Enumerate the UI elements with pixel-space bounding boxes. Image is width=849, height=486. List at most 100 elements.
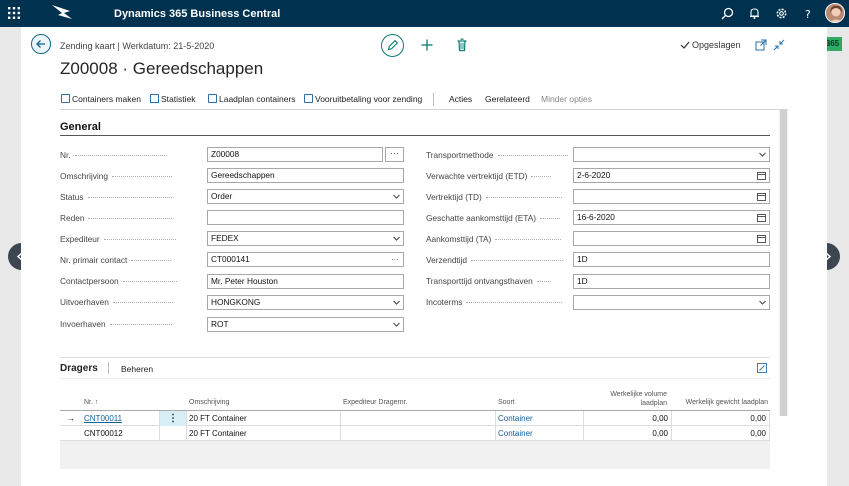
add-icon[interactable] (420, 38, 434, 52)
column-header-volume-line1: Werkelijke volume (610, 391, 667, 398)
acties-menu[interactable]: Acties (449, 94, 472, 104)
check-icon (680, 41, 690, 49)
waffle-icon[interactable] (8, 7, 20, 19)
delete-icon[interactable] (455, 38, 469, 52)
calendar-icon[interactable] (757, 213, 766, 222)
part-separator (108, 362, 109, 374)
td-date-field[interactable] (573, 189, 770, 204)
etd-value: 2-6-2020 (577, 170, 611, 180)
chevron-down-icon (393, 322, 400, 327)
cell-volume[interactable]: 0,00 (584, 426, 672, 441)
label-primair-contact: Nr. primair contact (60, 253, 204, 267)
calendar-icon[interactable] (757, 192, 766, 201)
cell-expediteur-dragernr[interactable] (341, 426, 496, 441)
table-row[interactable]: → CNT00011 ⋮ 20 FT Container Container 0… (60, 411, 770, 426)
part-divider (60, 357, 770, 358)
column-header-volume[interactable]: Werkelijke volume laadplan (585, 390, 667, 408)
edit-icon (387, 39, 399, 51)
primair-contact-value: CT000141 (211, 254, 250, 264)
laadplan-containers-button[interactable]: Laadplan containers (208, 94, 296, 104)
table-row[interactable]: CNT00012 20 FT Container Container 0,00 … (60, 426, 770, 441)
svg-text:?: ? (805, 8, 811, 20)
primair-contact-field[interactable]: CT000141 ··· (207, 252, 404, 267)
column-header-nr[interactable]: Nr. ↑ (84, 398, 98, 407)
verzendtijd-field[interactable]: 1D (573, 252, 770, 267)
containers-maken-button[interactable]: Containers maken (61, 94, 141, 104)
cell-omschrijving[interactable]: 20 FT Container (187, 426, 341, 441)
ta-date-field[interactable] (573, 231, 770, 246)
chevron-down-icon (759, 152, 766, 157)
containers-icon (61, 94, 70, 103)
chevron-down-icon (759, 300, 766, 305)
incoterms-select[interactable] (573, 295, 770, 310)
avatar[interactable] (825, 3, 845, 23)
label-contactpersoon: Contactpersoon (60, 274, 204, 288)
cell-omschrijving[interactable]: 20 FT Container (187, 411, 341, 426)
reden-field[interactable] (207, 210, 404, 225)
nr-lookup-button[interactable]: ··· (385, 147, 404, 162)
label-expediteur: Expediteur (60, 232, 204, 246)
uitvoerhaven-select[interactable]: HONGKONG (207, 295, 404, 310)
cell-expediteur-dragernr[interactable] (341, 411, 496, 426)
cell-soort[interactable]: Container (496, 411, 584, 426)
grid-empty-area (60, 441, 770, 469)
edit-button[interactable] (381, 34, 404, 57)
row-marker (60, 426, 82, 441)
column-header-soort[interactable]: Soort (498, 398, 515, 407)
statistiek-button[interactable]: Statistiek (150, 94, 196, 104)
label-transporttijd: Transporttijd ontvangsthaven (426, 274, 571, 288)
etd-date-field[interactable]: 2-6-2020 (573, 168, 770, 183)
status-select[interactable]: Order (207, 189, 404, 204)
contactpersoon-field[interactable]: Mr. Peter Houston (207, 274, 404, 289)
column-header-gewicht[interactable]: Werkelijk gewicht laadplan (672, 398, 768, 407)
collapse-icon[interactable] (773, 39, 785, 51)
label-status: Status (60, 190, 204, 204)
scrollbar-thumb[interactable] (780, 110, 787, 416)
chevron-down-icon (393, 300, 400, 305)
expand-icon[interactable] (757, 363, 767, 373)
primair-contact-lookup[interactable]: ··· (391, 253, 399, 266)
section-divider (60, 135, 770, 136)
gear-icon[interactable] (775, 7, 788, 20)
back-button[interactable] (31, 34, 51, 54)
expediteur-select[interactable]: FEDEX (207, 231, 404, 246)
breadcrumb: Zending kaart | Werkdatum: 21-5-2020 (60, 41, 215, 51)
gerelateerd-menu[interactable]: Gerelateerd (485, 94, 530, 104)
column-header-expediteur-dragernr[interactable]: Expediteur Dragernr. (343, 398, 408, 407)
row-actions-cell (160, 426, 187, 441)
label-uitvoerhaven: Uitvoerhaven (60, 295, 204, 309)
minder-opties-button[interactable]: Minder opties (541, 94, 592, 104)
vooruitbetaling-button[interactable]: Vooruitbetaling voor zending (304, 94, 422, 104)
row-actions-button[interactable]: ⋮ (160, 411, 187, 426)
dragers-title[interactable]: Dragers (60, 363, 98, 374)
help-icon[interactable]: ? (802, 7, 815, 20)
section-title-general[interactable]: General (60, 121, 101, 133)
expediteur-value: FEDEX (211, 233, 239, 243)
cell-nr[interactable]: CNT00012 (82, 426, 160, 441)
calendar-icon[interactable] (757, 171, 766, 180)
open-new-icon[interactable] (755, 39, 767, 51)
nr-field[interactable]: Z00008 (207, 147, 383, 162)
column-header-omschrijving[interactable]: Omschrijving (189, 398, 229, 407)
label-etd: Verwachte vertrektijd (ETD) (426, 169, 571, 183)
cell-gewicht[interactable]: 0,00 (672, 411, 770, 426)
eta-date-field[interactable]: 16-6-2020 (573, 210, 770, 225)
chevron-down-icon (393, 236, 400, 241)
transporttijd-field[interactable]: 1D (573, 274, 770, 289)
calendar-icon[interactable] (757, 234, 766, 243)
label-reden: Reden (60, 211, 204, 225)
omschrijving-field[interactable]: Gereedschappen (207, 168, 404, 183)
search-icon[interactable] (721, 7, 734, 20)
page-title: Z00008 · Gereedschappen (60, 59, 264, 78)
transportmethode-select[interactable] (573, 147, 770, 162)
invoerhaven-select[interactable]: ROT (207, 317, 404, 332)
beheren-menu[interactable]: Beheren (121, 364, 153, 374)
label-nr: Nr. (60, 148, 204, 162)
cell-volume[interactable]: 0,00 (584, 411, 672, 426)
cell-soort[interactable]: Container (496, 426, 584, 441)
bell-icon[interactable] (748, 7, 761, 20)
chevron-down-icon (393, 194, 400, 199)
cell-gewicht[interactable]: 0,00 (672, 426, 770, 441)
cell-nr[interactable]: CNT00011 (82, 411, 160, 426)
label-td: Vertrektijd (TD) (426, 190, 571, 204)
